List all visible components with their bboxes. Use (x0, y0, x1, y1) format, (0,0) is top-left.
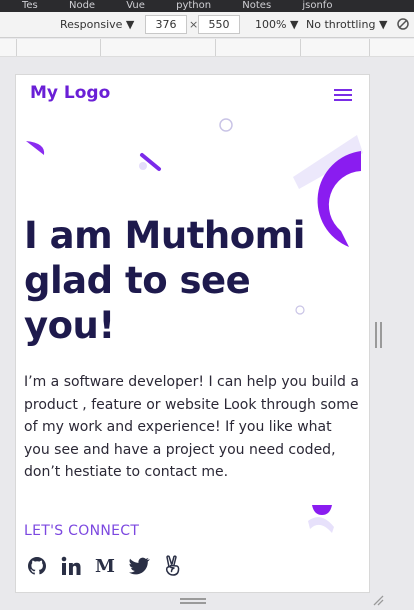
bookmark-item[interactable]: jsonfo (302, 0, 332, 11)
github-icon[interactable] (26, 555, 48, 577)
throttle-select[interactable]: No throttling ▼ (306, 18, 387, 31)
device-viewport: My Logo I am Muthomi glad to see you! I’… (16, 75, 369, 592)
zoom-select[interactable]: 100% ▼ (255, 18, 298, 31)
site-logo[interactable]: My Logo (30, 83, 110, 103)
hero-title-line: glad to see (24, 259, 251, 302)
angellist-icon[interactable] (162, 555, 184, 577)
media-query-ruler[interactable] (0, 39, 414, 57)
bookmark-item[interactable]: Notes (242, 0, 271, 11)
connect-heading: LET'S CONNECT (24, 523, 140, 539)
hero-title: I am Muthomi glad to see you! (24, 213, 324, 348)
linkedin-icon[interactable] (60, 555, 82, 577)
bookmark-item[interactable]: python (176, 0, 211, 11)
twitter-icon[interactable] (128, 555, 150, 577)
hero-title-line: you! (24, 304, 115, 347)
resize-handle-bottom[interactable] (180, 598, 206, 604)
bookmark-item[interactable]: Node (69, 0, 95, 11)
stick-shape (139, 153, 161, 171)
ring-shape (219, 118, 233, 132)
bookmarks-bar: Tes Node Vue python Notes jsonfo (0, 0, 414, 12)
resize-corner-icon[interactable] (372, 594, 384, 606)
device-toolbar: Responsive ▼ 376 × 550 100% ▼ No throttl… (0, 12, 414, 38)
viewport-width-input[interactable]: 376 (145, 15, 187, 34)
dimension-separator: × (189, 18, 199, 31)
resize-handle-right[interactable] (375, 322, 382, 348)
half-circle-shape (26, 141, 45, 155)
social-links: M (26, 555, 184, 577)
hero-title-line: I am Muthomi (24, 214, 305, 257)
viewport-height-input[interactable]: 550 (198, 15, 240, 34)
medium-icon[interactable]: M (94, 555, 116, 577)
rotate-icon[interactable] (395, 16, 411, 32)
bookmark-item[interactable]: Tes (22, 0, 38, 11)
bowl-shape (308, 505, 334, 533)
bookmark-item[interactable]: Vue (126, 0, 145, 11)
device-mode-select[interactable]: Responsive ▼ (60, 18, 134, 31)
hero-description: I’m a software developer! I can help you… (24, 374, 359, 480)
hamburger-menu-icon[interactable] (334, 89, 352, 103)
svg-text:M: M (95, 556, 115, 576)
